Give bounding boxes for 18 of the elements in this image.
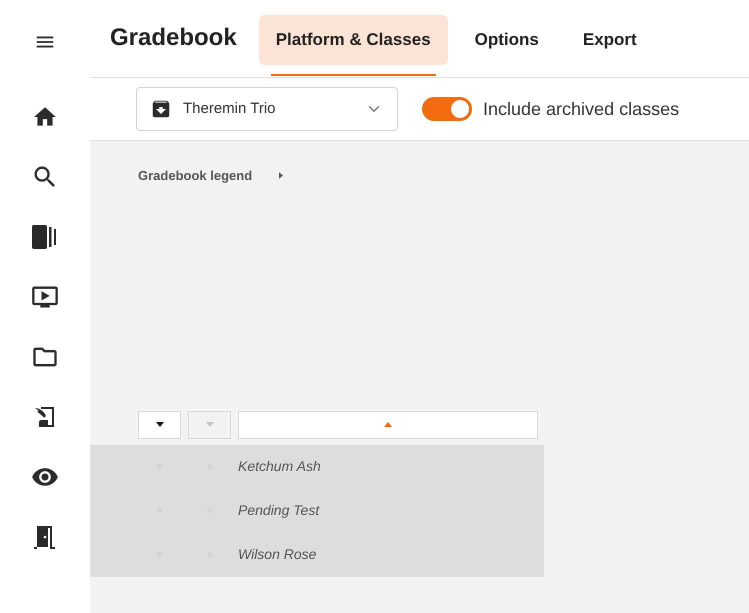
caret-down-icon [206,422,214,427]
student-name: Pending Test [238,501,320,520]
door-icon[interactable] [34,525,56,549]
archive-icon [150,98,172,120]
toggle-label: Include archived classes [483,98,680,120]
caret-right-icon[interactable] [279,172,284,180]
tab[interactable]: Options [458,15,556,65]
page-title: Gradebook [110,23,237,53]
card-stack-icon[interactable] [32,225,58,249]
class-select[interactable]: Theremin Trio [136,87,398,131]
legend-label: Gradebook legend [138,167,252,185]
caret-down-icon [156,422,164,427]
student-name: Ketchum Ash [238,457,321,476]
quill-document-icon[interactable] [33,405,57,429]
toggle-switch[interactable] [422,97,472,121]
tab[interactable]: Platform & Classes [258,15,448,65]
tab[interactable]: Export [566,15,654,65]
student-name: Wilson Rose [238,545,316,564]
